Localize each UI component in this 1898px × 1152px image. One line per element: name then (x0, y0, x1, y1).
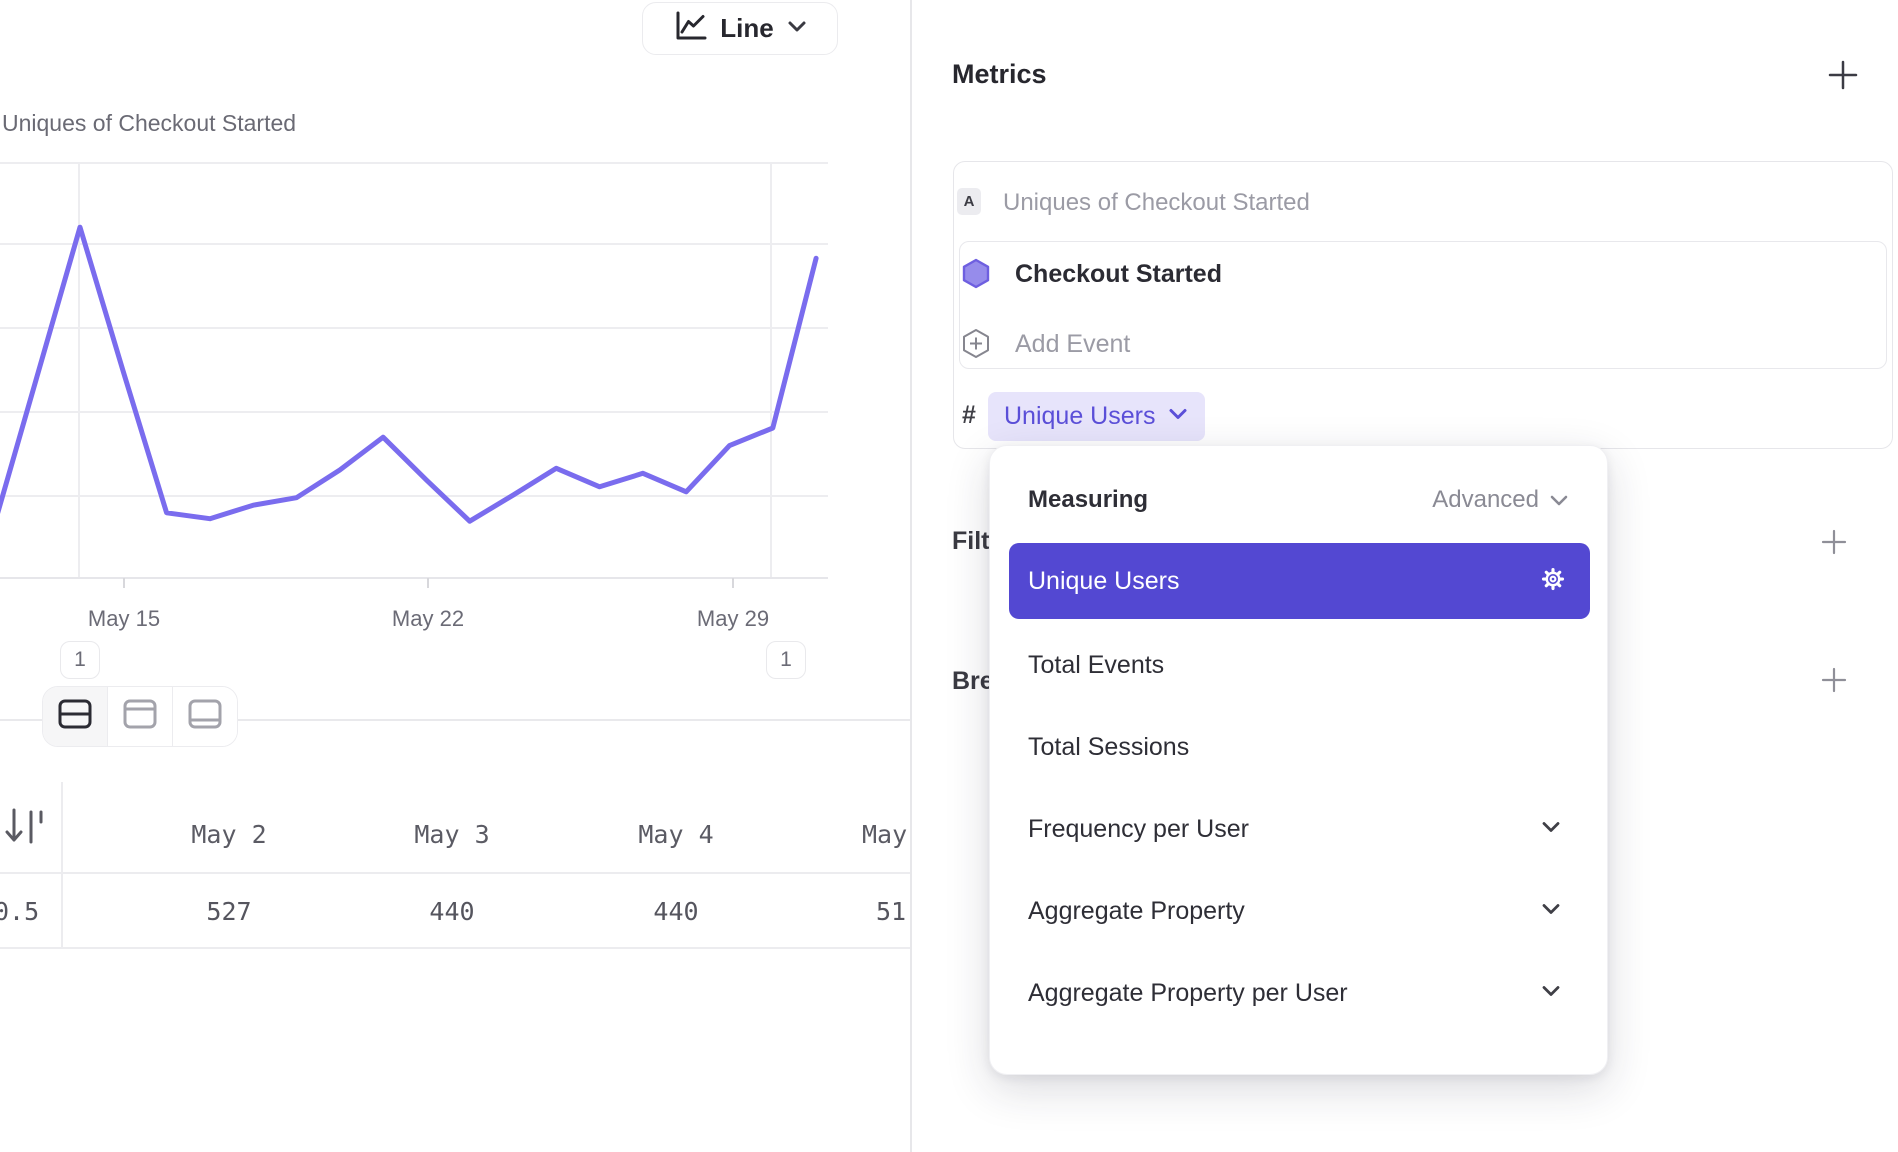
add-filter-button[interactable] (1820, 528, 1848, 556)
chevron-down-icon (1540, 984, 1562, 1003)
chart-type-label: Line (720, 13, 773, 44)
chevron-down-icon (1540, 902, 1562, 921)
add-event-button[interactable]: Add Event (1015, 330, 1130, 359)
chevron-down-icon (786, 19, 808, 38)
gear-icon[interactable] (1538, 564, 1568, 599)
line-chart[interactable] (0, 162, 828, 592)
breakdown-section-label: Bre (952, 667, 994, 696)
x-tick-label: May 22 (368, 606, 488, 632)
chart-only-view-button[interactable] (107, 687, 172, 746)
popover-header: Measuring Advanced (1028, 486, 1569, 514)
top-panel-icon (122, 698, 158, 735)
table-column-divider (61, 782, 63, 948)
menu-item-aggregate-property[interactable]: Aggregate Property (1009, 882, 1590, 940)
chart-type-dropdown[interactable]: Line (642, 2, 838, 55)
chart-panel: Line Uniques of Checkout Started (0, 0, 910, 1152)
table-header-border (0, 872, 910, 874)
menu-item-frequency-per-user[interactable]: Frequency per User (1009, 800, 1590, 858)
data-series-line (0, 227, 816, 528)
menu-item-unique-users-selected[interactable]: Unique Users (1009, 543, 1590, 619)
measurement-chip[interactable]: Unique Users (988, 392, 1205, 441)
table-value: 527 (117, 897, 341, 926)
sort-descending-icon[interactable] (2, 802, 46, 855)
table-header[interactable]: May 3 (340, 820, 564, 849)
panel-vertical-divider (910, 0, 912, 1152)
advanced-label: Advanced (1432, 486, 1539, 514)
menu-item-label: Aggregate Property per User (1028, 979, 1348, 1008)
measuring-popover: Measuring Advanced Unique Users (989, 445, 1608, 1075)
table-value: 440 (340, 897, 564, 926)
add-event-hexagon-icon (961, 328, 991, 364)
menu-item-label: Frequency per User (1028, 815, 1249, 844)
add-breakdown-button[interactable] (1820, 666, 1848, 694)
table-value-clipped: 51 (876, 897, 906, 926)
selected-item-label: Unique Users (1028, 567, 1179, 596)
chevron-down-icon (1549, 486, 1569, 514)
table-value: 440 (564, 897, 788, 926)
advanced-dropdown[interactable]: Advanced (1432, 486, 1569, 514)
menu-item-total-events[interactable]: Total Events (1009, 636, 1590, 694)
analytics-app: Line Uniques of Checkout Started (0, 0, 1898, 1152)
metric-badge: A (957, 188, 981, 215)
x-tick-label: May 29 (673, 606, 793, 632)
measuring-label: Measuring (1028, 486, 1148, 514)
line-chart-icon (672, 8, 708, 49)
bottom-panel-icon (187, 698, 223, 735)
table-header[interactable]: May 4 (564, 820, 788, 849)
add-metric-button[interactable] (1826, 58, 1860, 92)
chevron-down-icon (1167, 407, 1189, 426)
chart-title: Uniques of Checkout Started (2, 110, 296, 137)
x-tick-label: May 15 (64, 606, 184, 632)
metrics-section-title: Metrics (952, 59, 1047, 90)
menu-item-label: Total Events (1028, 651, 1164, 680)
menu-item-label: Total Sessions (1028, 733, 1189, 762)
split-view-button[interactable] (43, 687, 107, 746)
menu-item-label: Aggregate Property (1028, 897, 1245, 926)
table-header[interactable]: May 2 (117, 820, 341, 849)
table-only-view-button[interactable] (172, 687, 237, 746)
layout-toggle-group (42, 686, 238, 747)
left-page-chip[interactable]: 1 (60, 641, 100, 679)
event-hexagon-icon (961, 258, 991, 294)
measurement-chip-label: Unique Users (1004, 402, 1155, 431)
menu-item-total-sessions[interactable]: Total Sessions (1009, 718, 1590, 776)
metric-card-title: Uniques of Checkout Started (1003, 189, 1310, 217)
menu-item-aggregate-property-per-user[interactable]: Aggregate Property per User (1009, 964, 1590, 1022)
row-label-fragment: 0.5 (0, 897, 39, 926)
chevron-down-icon (1540, 820, 1562, 839)
event-row[interactable]: Checkout Started (1015, 260, 1222, 289)
measure-prefix: # (962, 401, 976, 430)
split-horizontal-icon (57, 698, 93, 735)
table-row-border (0, 947, 910, 949)
table-header-clipped[interactable]: May (862, 820, 907, 849)
right-page-chip[interactable]: 1 (766, 641, 806, 679)
filters-section-label: Filt (952, 527, 990, 556)
